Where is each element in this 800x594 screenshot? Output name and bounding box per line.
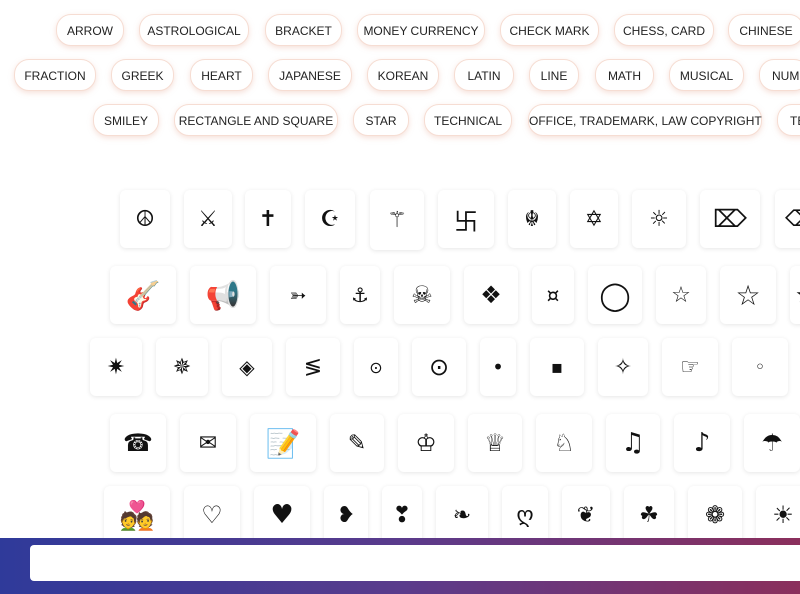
black-heart-icon[interactable]: ♥ — [254, 486, 310, 544]
category-chip-chess-card[interactable]: CHESS, CARD — [614, 14, 714, 46]
loudspeaker-icon[interactable]: 📢 — [190, 266, 256, 324]
category-chip-musical[interactable]: MUSICAL — [669, 59, 744, 91]
feathered-arrow-icon[interactable]: ➳ — [270, 266, 326, 324]
white-queen-icon[interactable]: ♕ — [468, 414, 522, 472]
white-bullet-icon[interactable]: ◦ — [732, 338, 788, 396]
category-chip-astrological[interactable]: ASTROLOGICAL — [139, 14, 249, 46]
memo-icon[interactable]: 📝 — [250, 414, 316, 472]
star-of-david-icon[interactable]: ✡ — [570, 190, 618, 248]
circled-dot-icon[interactable]: ⊙ — [412, 338, 466, 396]
floral-heart-bullet-icon[interactable]: ❦ — [562, 486, 610, 544]
staff-of-hermes-icon[interactable]: ⚚ — [370, 190, 424, 250]
currency-sign-icon[interactable]: ¤ — [532, 266, 574, 324]
small-circled-dot-icon[interactable]: ⊙ — [354, 338, 398, 396]
skull-and-crossbones-icon[interactable]: ☠ — [394, 266, 450, 324]
category-chip-japanese[interactable]: JAPANESE — [268, 59, 352, 91]
eighth-note-icon[interactable]: ♪ — [674, 414, 730, 472]
black-sun-icon[interactable]: ☀ — [756, 486, 800, 544]
georgian-heart-icon[interactable]: ღ — [502, 486, 548, 544]
star-and-crescent-icon[interactable]: ☪ — [305, 190, 355, 248]
symbol-picker-page: ARROW ASTROLOGICAL BRACKET MONEY CURRENC… — [0, 0, 800, 594]
pinwheel-star-icon[interactable]: ✵ — [156, 338, 208, 396]
category-chip-latin[interactable]: LATIN — [454, 59, 514, 91]
category-chip-fraction[interactable]: FRACTION — [14, 59, 96, 91]
eight-petal-flower-icon[interactable]: ❁ — [688, 486, 742, 544]
category-chip-te[interactable]: TE — [777, 104, 800, 136]
white-heart-icon[interactable]: ♡ — [184, 486, 240, 544]
eight-pointed-star-icon[interactable]: ✷ — [90, 338, 142, 396]
category-chip-chinese[interactable]: CHINESE — [728, 14, 800, 46]
category-chip-office-trademark[interactable]: OFFICE, TRADEMARK, LAW COPYRIGHT — [528, 104, 762, 136]
white-star-icon[interactable]: ☆ — [720, 266, 776, 324]
pencil-icon[interactable]: ✎ — [330, 414, 384, 472]
white-knight-icon[interactable]: ♘ — [536, 414, 592, 472]
envelope-icon[interactable]: ✉ — [180, 414, 236, 472]
anchor-icon[interactable]: ⚓ — [340, 266, 380, 324]
erase-to-the-left-icon[interactable]: ⌫ — [775, 190, 800, 248]
category-chip-num[interactable]: NUM — [759, 59, 800, 91]
khanda-icon[interactable]: ☬ — [508, 190, 556, 248]
shamrock-icon[interactable]: ☘ — [624, 486, 674, 544]
erase-to-the-right-icon[interactable]: ⌦ — [700, 190, 760, 248]
crossed-swords-icon[interactable]: ⚔ — [184, 190, 232, 248]
latin-cross-icon[interactable]: ✝ — [245, 190, 291, 248]
sun-with-rays-icon[interactable]: ☼ — [632, 190, 686, 248]
diamond-in-diamond-icon[interactable]: ◈ — [222, 338, 272, 396]
large-circle-icon[interactable]: ◯ — [588, 266, 642, 324]
category-chip-technical[interactable]: TECHNICAL — [424, 104, 512, 136]
peace-symbol-icon[interactable]: ☮ — [120, 190, 170, 248]
triple-stroke-icon[interactable]: ≶ — [286, 338, 340, 396]
category-chip-line[interactable]: LINE — [529, 59, 579, 91]
swastika-icon[interactable]: 卐 — [438, 190, 494, 248]
couple-with-heart-icon[interactable]: 💑 — [104, 486, 170, 544]
category-chip-arrow[interactable]: ARROW — [56, 14, 124, 46]
category-chip-rectangle-square[interactable]: RECTANGLE AND SQUARE — [174, 104, 338, 136]
white-king-icon[interactable]: ♔ — [398, 414, 454, 472]
beamed-notes-icon[interactable]: ♫ — [606, 414, 660, 472]
category-chip-math[interactable]: MATH — [595, 59, 654, 91]
category-chip-heart[interactable]: HEART — [190, 59, 253, 91]
category-chip-smiley[interactable]: SMILEY — [93, 104, 159, 136]
pointing-hand-icon[interactable]: ☞ — [662, 338, 718, 396]
category-chip-star[interactable]: STAR — [353, 104, 409, 136]
heart-exclamation-icon[interactable]: ❣ — [382, 486, 422, 544]
category-chip-korean[interactable]: KOREAN — [367, 59, 439, 91]
small-white-star-icon[interactable]: ☆ — [656, 266, 706, 324]
floral-heart-icon[interactable]: ❧ — [436, 486, 488, 544]
black-star-icon[interactable]: ★ — [790, 266, 800, 324]
telephone-icon[interactable]: ☎ — [110, 414, 166, 472]
category-chip-greek[interactable]: GREEK — [111, 59, 174, 91]
umbrella-icon[interactable]: ☂ — [744, 414, 800, 472]
four-pointed-star-icon[interactable]: ✧ — [598, 338, 648, 396]
category-chip-money-currency[interactable]: MONEY CURRENCY — [357, 14, 485, 46]
guitar-icon[interactable]: 🎸 — [110, 266, 176, 324]
category-chip-bracket[interactable]: BRACKET — [265, 14, 342, 46]
small-black-square-icon[interactable]: ▪ — [530, 338, 584, 396]
search-input[interactable] — [30, 545, 800, 581]
category-chip-check-mark[interactable]: CHECK MARK — [500, 14, 599, 46]
diamond-minus-x-icon[interactable]: ❖ — [464, 266, 518, 324]
bullet-icon[interactable]: • — [480, 338, 516, 396]
rotated-heart-icon[interactable]: ❥ — [324, 486, 368, 544]
